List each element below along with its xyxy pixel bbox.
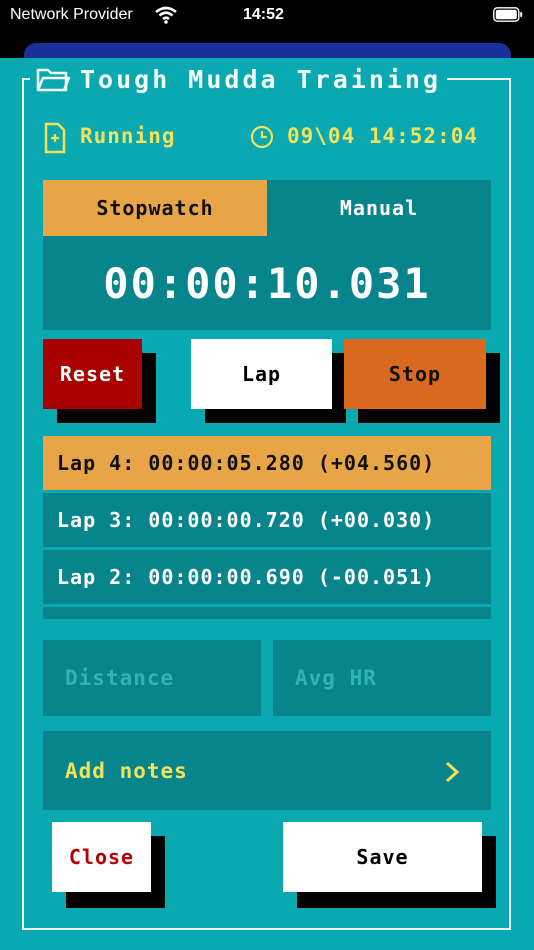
tab-stopwatch[interactable]: Stopwatch: [43, 180, 267, 236]
wifi-icon: [155, 6, 177, 24]
timer-panel: 00:00:10.031: [43, 236, 491, 330]
title-bar: Tough Mudda Training: [30, 62, 448, 96]
status-bar: Network Provider 14:52: [0, 0, 534, 73]
folder-icon: [36, 68, 70, 92]
distance-field[interactable]: Distance: [43, 640, 261, 716]
session-datetime: 09\04 14:52:04: [287, 124, 479, 148]
close-button[interactable]: Close: [52, 822, 151, 892]
avg-hr-field[interactable]: Avg HR: [273, 640, 491, 716]
tab-manual[interactable]: Manual: [267, 180, 491, 236]
lap-row-3[interactable]: Lap 3: 00:00:00.720 (+00.030): [43, 493, 491, 547]
save-button[interactable]: Save: [283, 822, 482, 892]
lap-row-4[interactable]: Lap 4: 00:00:05.280 (+04.560): [43, 436, 491, 490]
battery-icon: [493, 7, 523, 22]
carrier-label: Network Provider: [10, 6, 133, 23]
lap-button[interactable]: Lap: [191, 339, 332, 409]
session-state: Running: [80, 124, 176, 148]
chevron-right-icon: [445, 761, 460, 783]
status-time: 14:52: [243, 6, 284, 23]
app-title: Tough Mudda Training: [80, 64, 442, 94]
state-icon: [44, 122, 66, 154]
timer-display: 00:00:10.031: [103, 258, 431, 308]
add-notes-row[interactable]: Add notes: [43, 731, 491, 810]
stop-button[interactable]: Stop: [344, 339, 486, 409]
reset-button[interactable]: Reset: [43, 339, 142, 409]
clock-icon: [250, 125, 274, 149]
lap-row-2[interactable]: Lap 2: 00:00:00.690 (-00.051): [43, 550, 491, 604]
lap-row-partial[interactable]: [43, 607, 491, 619]
add-notes-label: Add notes: [65, 758, 188, 783]
